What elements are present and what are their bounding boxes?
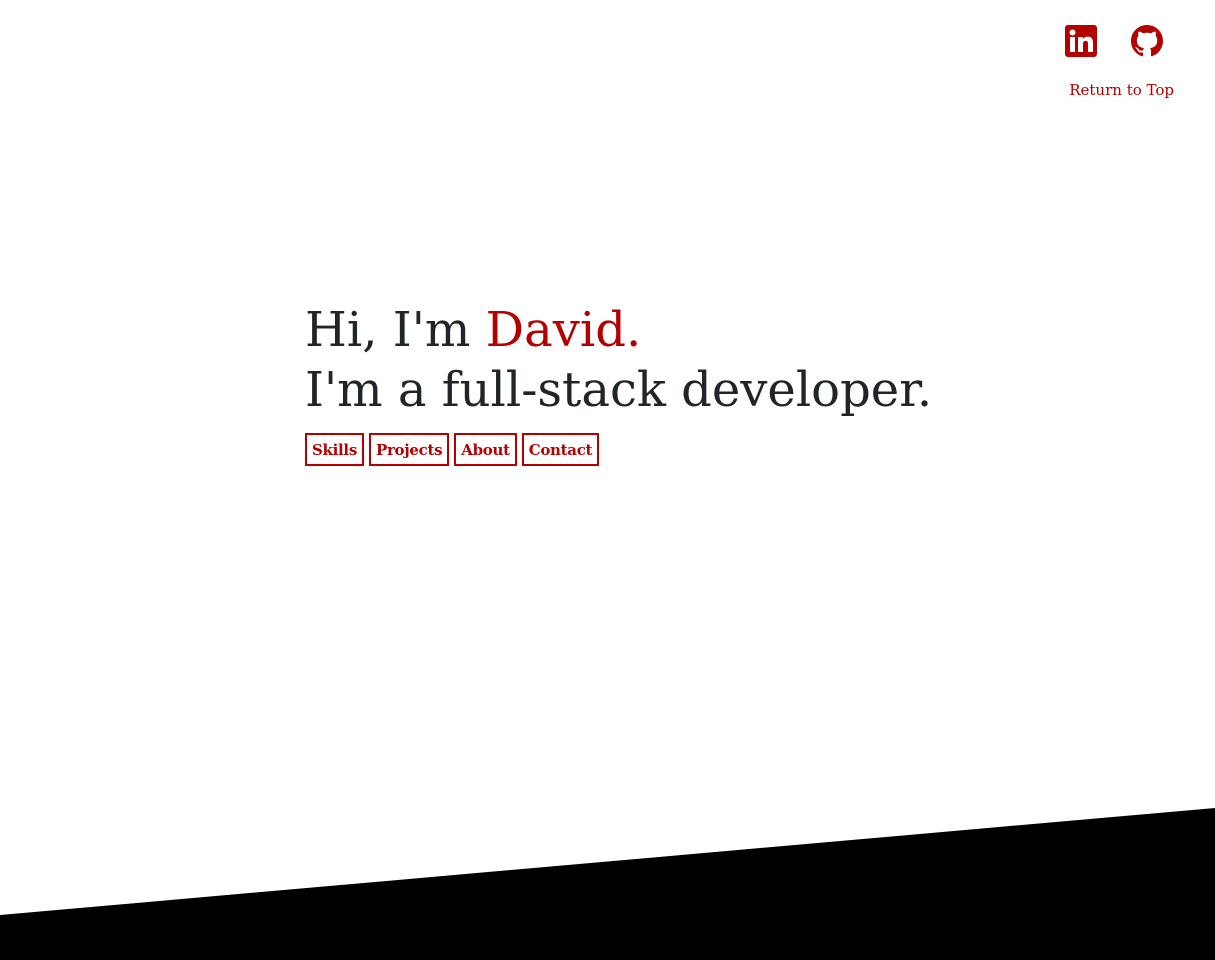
linkedin-icon — [1065, 25, 1097, 57]
return-to-top-link[interactable]: Return to Top — [1069, 81, 1174, 99]
hero-greeting: Hi, I'm David. — [305, 300, 932, 360]
page: Return to Top Hi, I'm David. I'm a full-… — [0, 0, 1215, 960]
contact-button[interactable]: Contact — [521, 433, 600, 466]
section-nav: Skills Projects About Contact — [305, 433, 932, 466]
social-links — [1065, 24, 1175, 64]
greeting-prefix: Hi, I'm — [305, 302, 486, 358]
hero-tagline: I'm a full-stack developer. — [305, 362, 933, 418]
diagonal-band — [0, 808, 1215, 960]
hero-name: David. — [485, 302, 642, 358]
projects-button[interactable]: Projects — [368, 433, 450, 466]
hero: Hi, I'm David. I'm a full-stack develope… — [305, 300, 932, 466]
github-link[interactable] — [1131, 24, 1163, 58]
about-button[interactable]: About — [454, 433, 517, 466]
github-icon — [1131, 25, 1163, 57]
skills-button[interactable]: Skills — [305, 433, 364, 466]
linkedin-link[interactable] — [1065, 24, 1097, 58]
